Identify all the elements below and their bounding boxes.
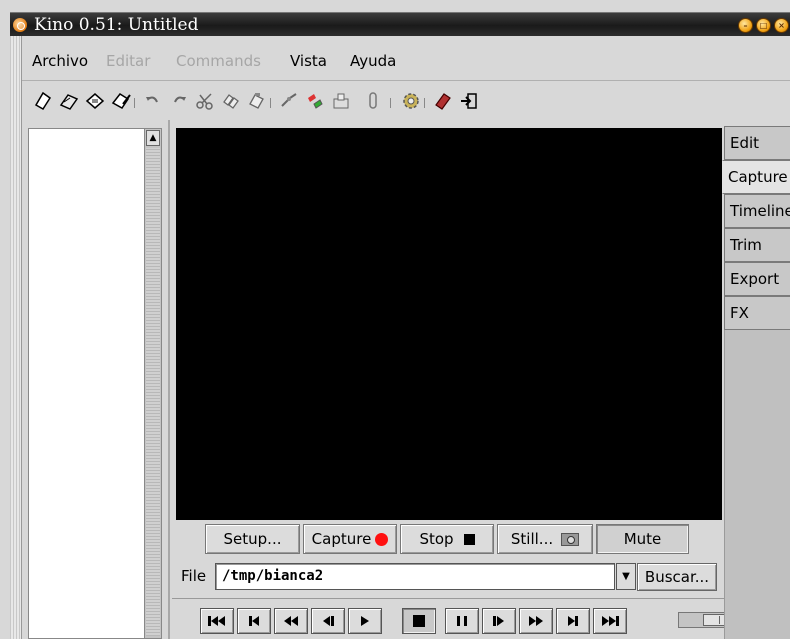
tab-export[interactable]: Export [724,262,790,296]
capture-button[interactable]: Capture [303,524,397,554]
transport-separator [172,598,790,599]
tab-fx[interactable]: FX [724,296,790,330]
toolbar-divider [134,98,135,108]
last-frame-icon[interactable] [593,608,627,634]
save-icon[interactable] [84,90,106,112]
video-preview [176,128,722,520]
scene-list-panel: ▲ [22,122,168,639]
mute-toggle[interactable]: Mute [596,524,689,554]
rewind-icon[interactable] [274,608,308,634]
toolbar [22,82,790,120]
browse-button[interactable]: Buscar... [637,563,717,591]
app-menu-icon[interactable] [13,18,27,32]
toolbar-divider [270,98,271,108]
title-bar: Kino 0.51: Untitled – □ × [0,0,790,36]
tab-timeline[interactable]: Timeline [724,194,790,228]
cut-icon[interactable] [194,90,216,112]
insert-icon[interactable] [330,90,352,112]
pane-divider[interactable] [168,120,170,639]
undo-icon[interactable] [142,90,164,112]
maximize-icon[interactable]: □ [756,18,771,33]
clip-icon[interactable] [362,90,384,112]
camera-icon [561,533,580,546]
menu-ayuda[interactable]: Ayuda [350,52,396,70]
play-icon[interactable] [348,608,382,634]
tab-edit[interactable]: Edit [724,126,790,160]
fast-forward-icon[interactable] [519,608,553,634]
toolbar-separator [22,80,790,81]
previous-scene-icon[interactable] [237,608,271,634]
menu-commands[interactable]: Commands [176,52,261,70]
window-title: Kino 0.51: Untitled [34,15,199,35]
menu-vista[interactable]: Vista [290,52,327,70]
close-icon[interactable]: × [774,18,789,33]
setup-label: Setup... [223,530,282,548]
file-label: File [181,567,207,585]
pause-icon[interactable] [445,608,479,634]
still-button[interactable]: Still... [497,524,593,554]
chevron-down-icon[interactable]: ▼ [616,563,636,590]
split-icon[interactable] [278,90,300,112]
stop-capture-button[interactable]: Stop [400,524,494,554]
tab-capture[interactable]: Capture [722,160,790,194]
save-as-icon[interactable] [110,90,132,112]
preferences-icon[interactable] [400,90,422,112]
capture-label: Capture [311,530,372,548]
next-scene-icon[interactable] [556,608,590,634]
stop-square-icon [463,534,475,545]
scene-list-scrollbar[interactable]: ▲ [144,128,162,639]
redo-icon[interactable] [168,90,190,112]
setup-button[interactable]: Setup... [205,524,300,554]
scroll-up-icon[interactable]: ▲ [146,130,160,146]
stop-icon[interactable] [402,608,436,634]
scrollbar-trough[interactable] [146,148,160,636]
still-label: Still... [510,530,554,548]
help-book-icon[interactable] [432,90,454,112]
join-icon[interactable] [304,90,326,112]
menu-bar: Archivo Editar Commands Vista Ayuda [22,42,790,78]
tabs-background [724,330,790,639]
open-icon[interactable] [58,90,80,112]
copy-icon[interactable] [220,90,242,112]
record-icon [375,533,389,546]
menu-editar[interactable]: Editar [106,52,150,70]
menu-archivo[interactable]: Archivo [32,52,88,70]
new-icon[interactable] [32,90,54,112]
paste-icon[interactable] [246,90,268,112]
scene-list[interactable] [28,128,144,639]
toolbar-divider [424,98,425,108]
minimize-icon[interactable]: – [738,18,753,33]
file-path-input[interactable]: /tmp/bianca2 [215,563,615,590]
stop-label: Stop [419,530,454,548]
first-frame-icon[interactable] [200,608,234,634]
tab-trim[interactable]: Trim [724,228,790,262]
mute-label: Mute [623,530,662,548]
handle-box-grip[interactable] [10,36,22,639]
next-frame-icon[interactable] [482,608,516,634]
title-bar-strip[interactable]: Kino 0.51: Untitled – □ × [10,12,790,36]
exit-icon[interactable] [458,90,480,112]
previous-frame-icon[interactable] [311,608,345,634]
toolbar-divider [390,98,391,108]
